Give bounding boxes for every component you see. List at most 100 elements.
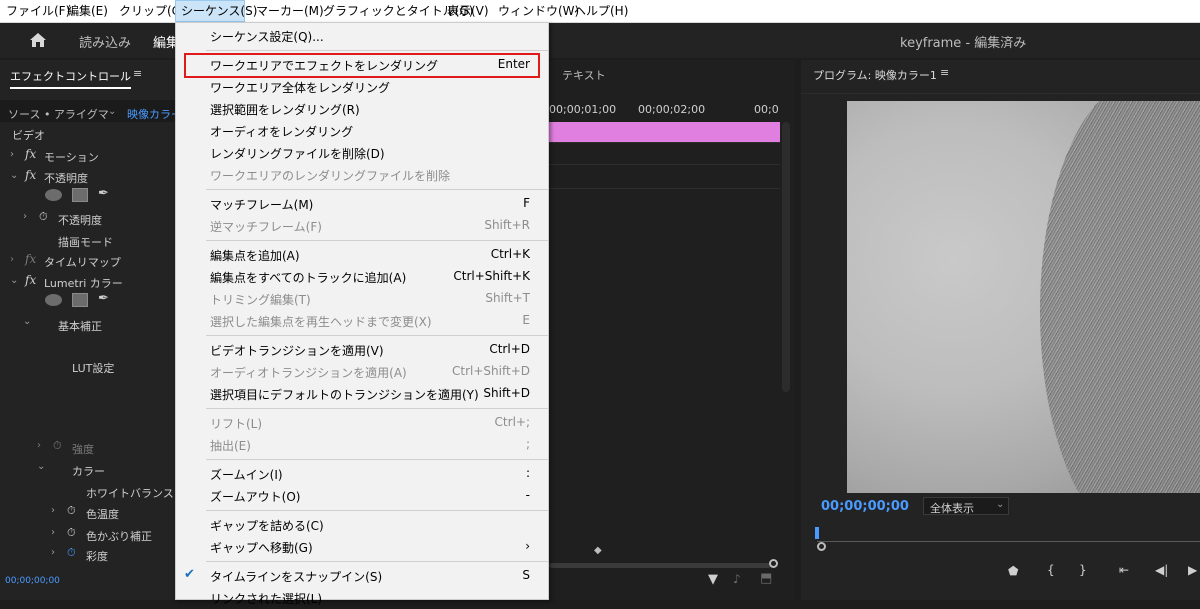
menu-item-apply-default-transitions[interactable]: 選択項目にデフォルトのトランジションを適用(Y) Shift+D (176, 383, 548, 405)
home-icon[interactable] (29, 32, 47, 48)
fx-icon[interactable]: fx (25, 147, 36, 161)
menu-item-snap-in-timeline[interactable]: ✔ タイムラインをスナップイン(S) S (176, 565, 548, 587)
menu-item-linked-selection[interactable]: リンクされた選択(L) (176, 587, 548, 609)
zoom-handle[interactable] (817, 542, 826, 551)
zoom-handle[interactable] (769, 559, 778, 568)
add-marker-icon[interactable]: ⬟ (1008, 564, 1018, 578)
mark-out-icon[interactable]: } (1079, 563, 1087, 577)
playhead[interactable] (815, 527, 819, 539)
stopwatch-icon[interactable]: ⏱ (67, 546, 76, 560)
export-icon[interactable]: ⬒ (760, 571, 772, 586)
menu-item-zoom-out[interactable]: ズームアウト(O) - (176, 485, 548, 507)
param-temperature: 色温度 (86, 508, 119, 521)
menu-item-delete-render-files[interactable]: レンダリングファイルを削除(D) (176, 142, 548, 164)
menu-item-sequence-settings[interactable]: シーケンス設定(Q)... (176, 25, 548, 47)
timeline-zoom-bar[interactable] (549, 563, 771, 568)
menu-item-go-to-gap[interactable]: ギャップへ移動(G) › (176, 536, 548, 558)
panel-menu-icon[interactable]: ≡ (133, 67, 142, 80)
section-color[interactable]: カラー (72, 463, 105, 479)
menu-window[interactable]: ウィンドウ(W) (498, 0, 579, 22)
program-ruler[interactable] (817, 541, 1200, 542)
work-area-bar[interactable] (549, 122, 780, 142)
pen-mask-icon[interactable]: ✒ (98, 291, 109, 306)
stopwatch-icon[interactable]: ⏱ (67, 504, 76, 518)
menu-item-label: シーケンス設定(Q)... (210, 30, 324, 44)
mark-in-icon[interactable]: { (1047, 563, 1055, 577)
effect-time-remap[interactable]: タイムリマップ (44, 254, 121, 270)
section-basic-correction[interactable]: 基本補正 (58, 318, 102, 334)
zoom-select[interactable]: 全体表示 ⌄ (923, 497, 1009, 515)
chevron-right-icon[interactable]: › (10, 254, 14, 265)
keyframe-icon[interactable]: ◆ (594, 545, 602, 556)
highlight-box (184, 53, 540, 78)
menu-item-shortcut: Ctrl+Shift+D (452, 364, 530, 378)
go-to-in-icon[interactable]: ⇤ (1119, 563, 1129, 577)
menu-item-apply-video-transition[interactable]: ビデオトランジションを適用(V) Ctrl+D (176, 339, 548, 361)
menu-item-zoom-in[interactable]: ズームイン(I): (176, 463, 548, 485)
timeline-scrollbar[interactable] (782, 122, 790, 392)
effect-controls-tab[interactable]: エフェクトコントロール (10, 68, 131, 89)
play-icon[interactable]: ▶ (1188, 563, 1197, 577)
sequence-label[interactable]: 映像カラー (127, 106, 182, 122)
program-title: プログラム: 映像カラー1 (813, 69, 937, 82)
source-label[interactable]: ソース • アライグマ (8, 106, 109, 122)
panel-menu-icon[interactable]: ≡ (940, 66, 949, 79)
menu-item-add-edit-all-tracks[interactable]: 編集点をすべてのトラックに追加(A) Ctrl+Shift+K (176, 266, 548, 288)
menu-item-match-frame[interactable]: マッチフレーム(M) F (176, 193, 548, 215)
menu-view[interactable]: 表示(V) (447, 0, 489, 22)
menu-item-shortcut: Shift+R (484, 218, 530, 232)
stopwatch-icon[interactable]: ⏱ (39, 210, 48, 224)
menu-item-label: ギャップを詰める(C) (210, 519, 324, 533)
effect-opacity[interactable]: 不透明度 (44, 170, 88, 186)
fx-icon[interactable]: fx (25, 168, 36, 182)
effect-lumetri[interactable]: Lumetri カラー (44, 275, 123, 291)
stopwatch-icon[interactable]: ⏱ (53, 439, 62, 453)
chevron-right-icon[interactable]: › (37, 440, 41, 451)
menu-item-close-gap[interactable]: ギャップを詰める(C) (176, 514, 548, 536)
chevron-right-icon[interactable]: › (51, 547, 55, 558)
step-back-icon[interactable]: ◀| (1155, 563, 1168, 577)
checkmark-icon: ✔ (184, 567, 195, 582)
menu-separator (206, 459, 548, 460)
menu-file[interactable]: ファイル(F) (6, 0, 70, 22)
tab-import[interactable]: 読み込み (79, 32, 131, 51)
menu-item-label: ズームイン(I) (210, 468, 283, 482)
fx-icon[interactable]: fx (25, 252, 36, 266)
stopwatch-icon[interactable]: ⏱ (67, 526, 76, 540)
menu-sequence[interactable]: シーケンス(S) (175, 0, 257, 22)
ellipse-mask-icon[interactable] (45, 189, 62, 201)
project-name: keyframe (900, 36, 962, 51)
chevron-down-icon[interactable]: ⌄ (108, 106, 116, 117)
chevron-down-icon[interactable]: ⌄ (10, 275, 18, 286)
chevron-right-icon[interactable]: › (51, 505, 55, 516)
ellipse-mask-icon[interactable] (45, 294, 62, 306)
chevron-right-icon[interactable]: › (51, 527, 55, 538)
sequence-menu: シーケンス設定(Q)... ワークエリアでエフェクトをレンダリング Enter ワ… (175, 22, 549, 606)
program-timecode[interactable]: 00;00;00;00 (821, 499, 909, 514)
audio-icon[interactable]: ♪ (733, 572, 741, 586)
menu-item-render-entire-work-area[interactable]: ワークエリア全体をレンダリング (176, 76, 548, 98)
menu-item-label: 選択した編集点を再生ヘッドまで変更(X) (210, 315, 432, 329)
tab-text[interactable]: テキスト (562, 67, 606, 83)
menu-edit[interactable]: 編集(E) (67, 0, 108, 22)
rectangle-mask-icon[interactable] (72, 188, 88, 202)
fx-icon[interactable]: fx (25, 273, 36, 287)
program-video-frame[interactable] (847, 101, 1200, 493)
menu-marker[interactable]: マーカー(M) (256, 0, 324, 22)
filter-icon[interactable]: ▼ (708, 572, 718, 587)
pen-mask-icon[interactable]: ✒ (98, 186, 109, 201)
menu-item-render-audio[interactable]: オーディオをレンダリング (176, 120, 548, 142)
effect-timecode[interactable]: 00;00;00;00 (5, 576, 60, 586)
chevron-down-icon[interactable]: ⌄ (23, 316, 31, 327)
menu-item-shortcut: E (522, 313, 530, 327)
menu-separator (206, 510, 548, 511)
chevron-right-icon[interactable]: › (10, 149, 14, 160)
effect-motion[interactable]: モーション (44, 149, 99, 165)
chevron-down-icon[interactable]: ⌄ (10, 170, 18, 181)
chevron-down-icon[interactable]: ⌄ (37, 461, 45, 472)
menu-item-add-edit[interactable]: 編集点を追加(A) Ctrl+K (176, 244, 548, 266)
menu-help[interactable]: ヘルプ(H) (574, 0, 628, 22)
menu-item-render-selection[interactable]: 選択範囲をレンダリング(R) (176, 98, 548, 120)
rectangle-mask-icon[interactable] (72, 293, 88, 307)
chevron-right-icon[interactable]: › (23, 211, 27, 222)
